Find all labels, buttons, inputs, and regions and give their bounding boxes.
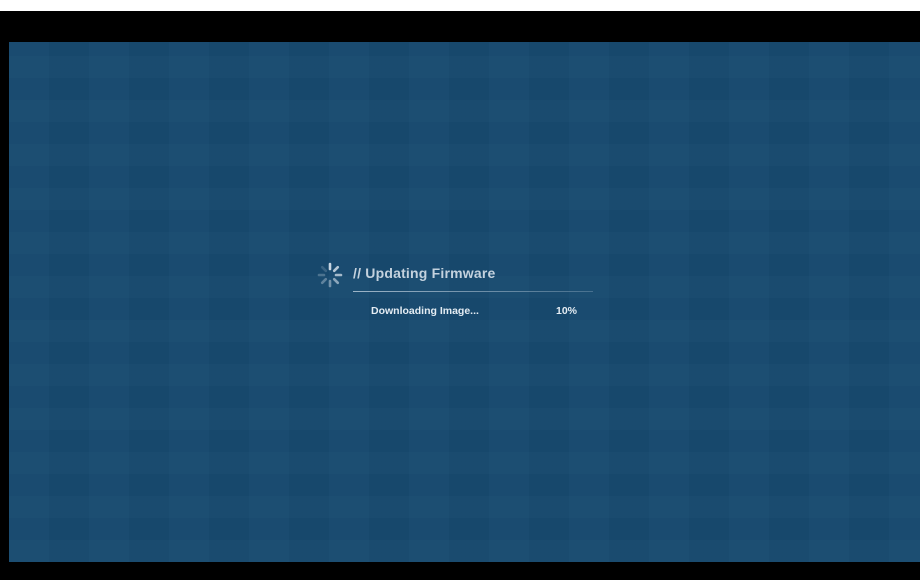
dialog-title: // Updating Firmware <box>353 265 496 281</box>
status-text: Downloading Image... <box>371 305 479 317</box>
title-divider <box>353 291 593 292</box>
update-screen: // Updating Firmware Downloading Image..… <box>9 42 920 562</box>
progress-percent: 10% <box>556 305 578 317</box>
firmware-update-panel: // Updating Firmware Downloading Image..… <box>317 260 607 330</box>
spinner-icon <box>317 262 343 288</box>
